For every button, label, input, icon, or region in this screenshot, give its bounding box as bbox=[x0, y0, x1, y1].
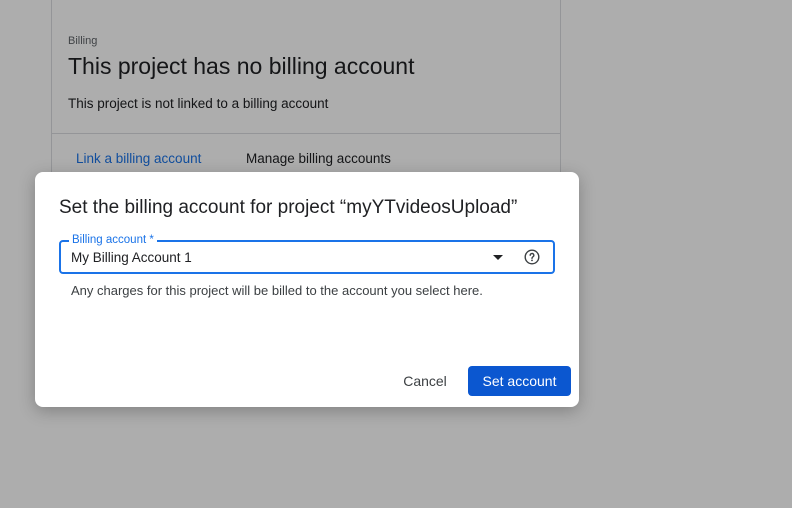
help-circle-icon[interactable] bbox=[524, 249, 540, 265]
arrow-drop-down-icon[interactable] bbox=[493, 255, 503, 260]
set-account-button[interactable]: Set account bbox=[468, 366, 571, 396]
billing-hint: Any charges for this project will be bil… bbox=[71, 283, 483, 298]
billing-account-label: Billing account * bbox=[69, 233, 157, 247]
billing-account-value: My Billing Account 1 bbox=[71, 250, 192, 265]
cancel-button[interactable]: Cancel bbox=[390, 366, 460, 396]
dialog-title: Set the billing account for project “myY… bbox=[59, 197, 518, 218]
billing-page: Billing This project has no billing acco… bbox=[0, 0, 792, 508]
billing-account-select[interactable]: Billing account * My Billing Account 1 bbox=[59, 233, 555, 274]
set-billing-account-dialog: Set the billing account for project “myY… bbox=[35, 172, 579, 407]
